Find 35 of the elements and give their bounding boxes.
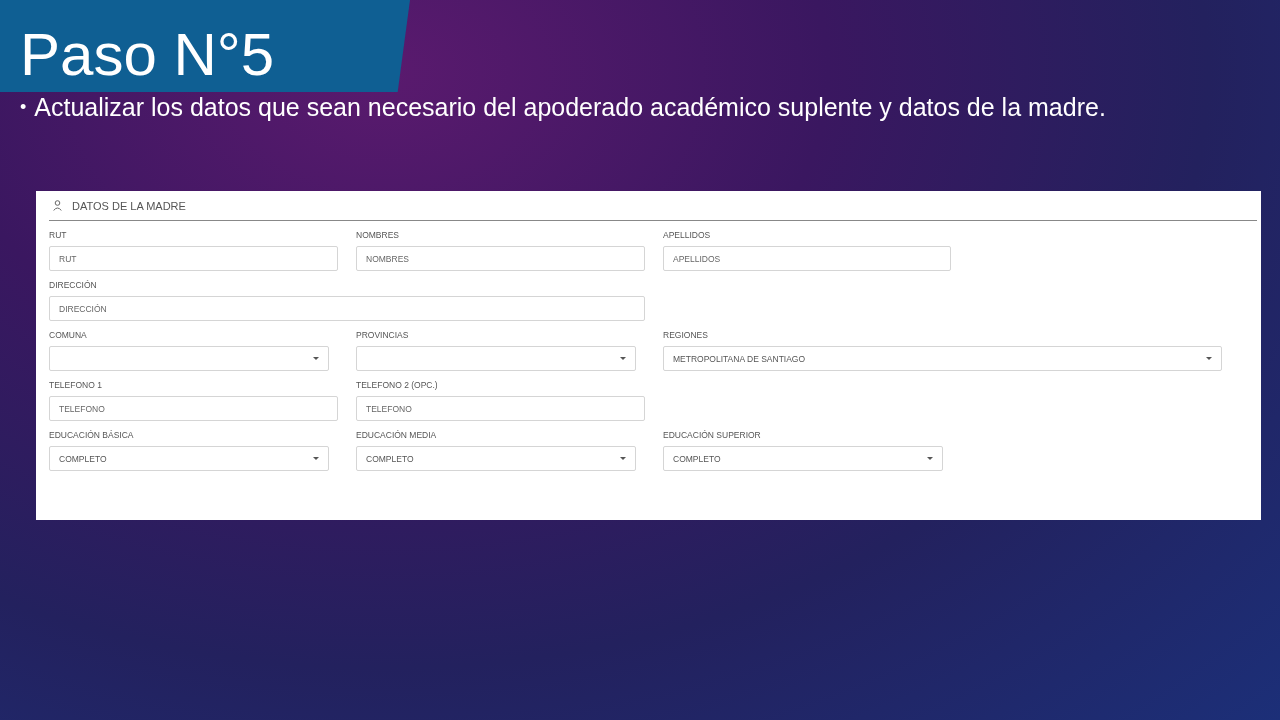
input-field[interactable]: RUT <box>49 246 338 271</box>
field-label: DIRECCIÓN <box>49 280 98 291</box>
field-label: REGIONES <box>663 330 709 341</box>
input-field[interactable]: NOMBRES <box>356 246 645 271</box>
field-label: EDUCACIÓN MEDIA <box>356 430 438 441</box>
bullet-marker: • <box>20 96 27 119</box>
field-label: COMUNA <box>49 330 88 341</box>
field-label: NOMBRES <box>356 230 400 241</box>
caret-icon <box>313 457 319 460</box>
field-label: PROVINCIAS <box>356 330 410 341</box>
field-label: EDUCACIÓN BÁSICA <box>49 430 135 441</box>
field-label: TELEFONO 2 (OPC.) <box>356 380 439 391</box>
slide-title: Paso N°5 <box>19 20 276 85</box>
dropdown[interactable]: COMPLETO <box>356 446 636 471</box>
input-field[interactable]: DIRECCIÓN <box>49 296 645 321</box>
caret-icon <box>1206 357 1212 360</box>
section-title: DATOS DE LA MADRE <box>72 199 186 212</box>
caret-icon <box>927 457 933 460</box>
field-label: EDUCACIÓN SUPERIOR <box>663 430 762 441</box>
caret-icon <box>313 357 319 360</box>
input-field[interactable]: TELEFONO <box>49 396 338 421</box>
dropdown[interactable]: METROPOLITANA DE SANTIAGO <box>663 346 1222 371</box>
field-label: RUT <box>49 230 68 241</box>
dropdown[interactable]: COMPLETO <box>663 446 943 471</box>
input-field[interactable]: TELEFONO <box>356 396 645 421</box>
dropdown[interactable] <box>356 346 636 371</box>
bullet-text: Actualizar los datos que sean necesario del apoderado académico suplente y datos de la madre. <box>34 92 1106 123</box>
field-label: APELLIDOS <box>663 230 712 241</box>
user-icon <box>53 200 62 211</box>
caret-icon <box>620 457 626 460</box>
field-label: TELEFONO 1 <box>49 380 103 391</box>
dropdown[interactable]: COMPLETO <box>49 446 329 471</box>
input-field[interactable]: APELLIDOS <box>663 246 951 271</box>
caret-icon <box>620 357 626 360</box>
dropdown[interactable] <box>49 346 329 371</box>
